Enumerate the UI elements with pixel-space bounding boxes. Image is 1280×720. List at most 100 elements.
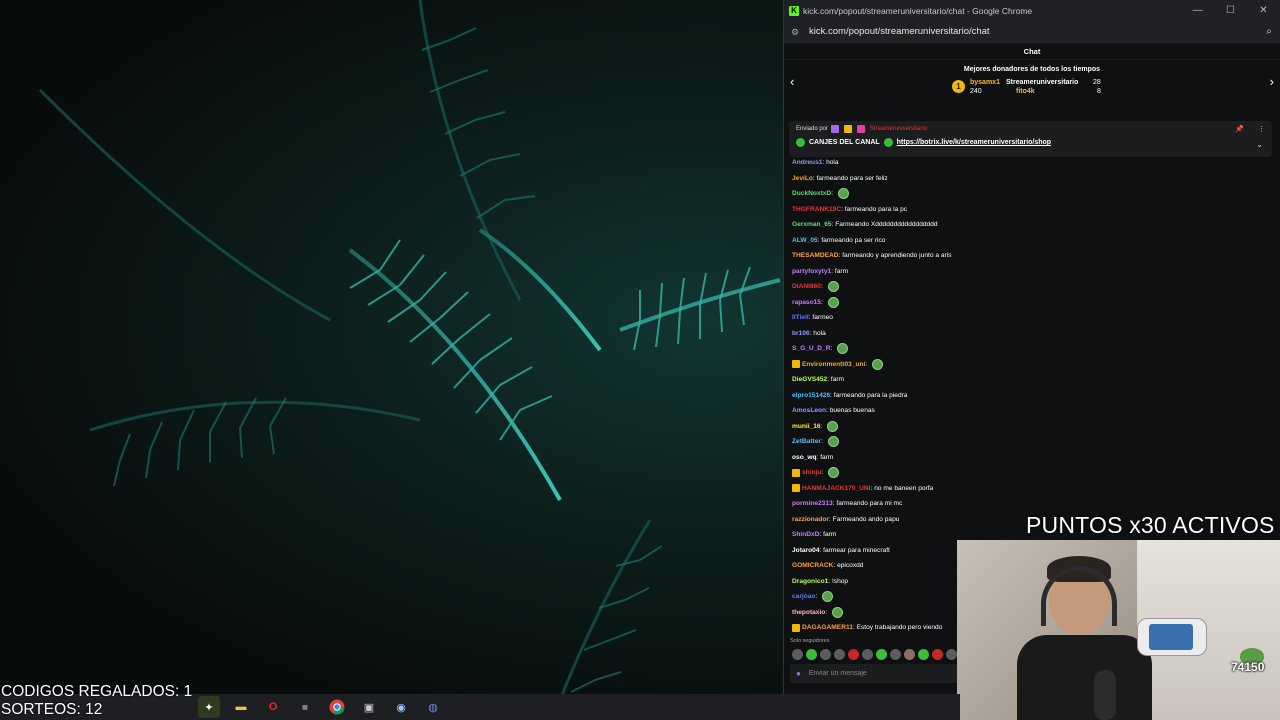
chat-username[interactable]: JeviLo <box>792 175 813 182</box>
emote-icon <box>883 138 893 147</box>
emote-icon[interactable] <box>806 649 817 660</box>
chat-message-text: farm <box>820 453 834 461</box>
chat-username[interactable]: THGFRANK19C <box>792 206 841 213</box>
chat-username[interactable]: Gerxman_65 <box>792 221 832 228</box>
chat-username[interactable]: DieGVS452 <box>792 376 827 383</box>
chat-username[interactable]: ShinDxD <box>792 531 819 538</box>
chat-username[interactable]: razzionador <box>792 516 829 523</box>
chat-username[interactable]: S_G_U_D_R <box>792 345 830 352</box>
chat-username[interactable]: AmosLeon <box>792 407 826 414</box>
emote-icon[interactable] <box>876 649 887 660</box>
emote-icon[interactable] <box>820 649 831 660</box>
emote-icon[interactable] <box>904 649 915 660</box>
site-settings-icon[interactable]: ⚙ <box>791 27 801 37</box>
donors-next-arrow-icon[interactable]: › <box>1270 74 1274 89</box>
chat-message: HANMAJACK170_UNI: no me baneen porfa <box>792 481 1262 497</box>
chat-username[interactable]: br106 <box>792 330 810 337</box>
address-bar[interactable]: ⚙ kick.com/popout/streameruniversitario/… <box>784 21 1280 43</box>
lucky-patcher-icon[interactable]: ▦ <box>294 696 316 718</box>
donor-amount: 28 <box>1093 79 1101 86</box>
separator: : <box>820 298 825 306</box>
subscriber-badge-icon <box>792 468 800 477</box>
emote-icon[interactable] <box>932 649 943 660</box>
emote-icon[interactable] <box>946 649 957 660</box>
url-text[interactable]: kick.com/popout/streameruniversitario/ch… <box>809 26 990 37</box>
chat-username[interactable]: elpro151426 <box>792 392 830 399</box>
emote-icon[interactable] <box>834 649 845 660</box>
chat-username[interactable]: DuckNoxtxD <box>792 190 831 197</box>
fern-wallpaper-art <box>38 0 781 700</box>
chat-username[interactable]: oso_wq <box>792 454 817 461</box>
chat-message: Andreus1: hola <box>792 155 1262 171</box>
maximize-button[interactable]: ☐ <box>1214 5 1247 16</box>
folder-icon[interactable]: ▬ <box>230 696 252 718</box>
chat-message-text: farmeando para la pc <box>844 205 908 213</box>
mic-badge-icon <box>831 125 840 133</box>
pin-sender-label: Enviado por <box>796 126 829 132</box>
search-icon[interactable]: ⌕ <box>1266 26 1272 37</box>
chat-message-input[interactable]: ● Enviar un mensaje <box>790 664 960 683</box>
window-controls: — ☐ ✕ <box>1181 5 1280 16</box>
app-icon[interactable]: ▣ <box>358 696 380 718</box>
chat-username[interactable]: partyfoxyty1 <box>792 268 831 275</box>
emote-icon <box>832 606 844 618</box>
close-button[interactable]: ✕ <box>1247 5 1280 16</box>
emote-icon[interactable] <box>792 649 803 660</box>
steam-icon[interactable]: ◉ <box>390 696 412 718</box>
emote-icon[interactable] <box>862 649 873 660</box>
separator: : <box>820 283 825 291</box>
chat-username[interactable]: THESAMDEAD <box>792 252 839 259</box>
emote-icon[interactable] <box>848 649 859 660</box>
chat-username[interactable]: thepotaxio <box>792 609 825 616</box>
points-counter: 74150 <box>1231 660 1265 674</box>
streamer-body <box>1017 635 1152 720</box>
shop-link[interactable]: https://botrix.live/k/streameruniversita… <box>897 139 1051 146</box>
separator: : <box>865 360 870 368</box>
chat-message: AmosLeon: buenas buenas <box>792 403 1262 419</box>
chat-username[interactable]: ALW_05 <box>792 237 818 244</box>
emote-icon[interactable] <box>918 649 929 660</box>
pin-author[interactable]: Streameruniversitario <box>870 126 927 132</box>
chat-message: Gerxman_65: Farmeando Xddddddddddddddddd <box>792 217 1262 233</box>
emote-icon[interactable] <box>890 649 901 660</box>
chat-message-text: !shop <box>831 577 849 585</box>
chat-input-placeholder[interactable]: Enviar un mensaje <box>809 670 867 677</box>
chrome-icon[interactable] <box>326 696 348 718</box>
microphone-icon[interactable]: ● <box>796 669 801 678</box>
minimize-button[interactable]: — <box>1181 5 1214 16</box>
chat-username[interactable]: HANMAJACK170_UNI <box>802 485 871 492</box>
opera-icon[interactable]: O <box>262 696 284 718</box>
chat-username[interactable]: shinju <box>802 469 821 476</box>
separator: : <box>815 593 820 601</box>
chat-username[interactable]: Dragonico1 <box>792 578 828 585</box>
chat-username[interactable]: munii_16 <box>792 423 821 430</box>
chat-message: DIANI860: <box>792 279 1262 295</box>
more-options-icon[interactable]: ⋮ <box>1258 125 1265 133</box>
chat-username[interactable]: GOMICRACK <box>792 562 833 569</box>
chat-username[interactable]: ZetBatter <box>792 438 821 445</box>
chat-message-text: farmeando pa ser rico <box>821 236 886 244</box>
chat-username[interactable]: carjoao <box>792 593 815 600</box>
chat-username[interactable]: Environmentt03_uni <box>802 361 865 368</box>
emote-icon <box>828 467 840 479</box>
sparkle-icon[interactable]: ✦ <box>198 696 220 718</box>
chat-username[interactable]: DIANI860 <box>792 283 821 290</box>
chat-message-text: farmeando para mi mc <box>836 500 903 508</box>
chat-username[interactable]: pormine2313 <box>792 500 833 507</box>
separator: : <box>825 608 830 616</box>
chat-message-text: Farmeando ando papu <box>832 515 900 523</box>
chat-message: THESAMDEAD: farmeando y aprendiendo junt… <box>792 248 1262 264</box>
donors-prev-arrow-icon[interactable]: ‹ <box>790 74 794 89</box>
chat-username[interactable]: IlTiell <box>792 314 809 321</box>
chat-message-text: Estoy trabajando pero viendo <box>856 624 943 632</box>
chat-username[interactable]: Andreus1 <box>792 159 822 166</box>
donors-title: Mejores donadores de todos los tiempos <box>963 66 1101 73</box>
pinned-message: Enviado por Streameruniversitario CANJES… <box>789 121 1272 157</box>
chat-username[interactable]: DAGAGAMER11 <box>802 624 853 631</box>
discord-icon[interactable]: ◍ <box>422 696 444 718</box>
chat-username[interactable]: Jotaro04 <box>792 547 820 554</box>
chevron-down-icon[interactable]: ⌄ <box>1256 140 1263 149</box>
pin-icon[interactable]: 📌 <box>1235 125 1244 133</box>
points-banner: PUNTOS x30 ACTIVOS <box>1026 512 1275 538</box>
chat-username[interactable]: rapaso15 <box>792 299 821 306</box>
